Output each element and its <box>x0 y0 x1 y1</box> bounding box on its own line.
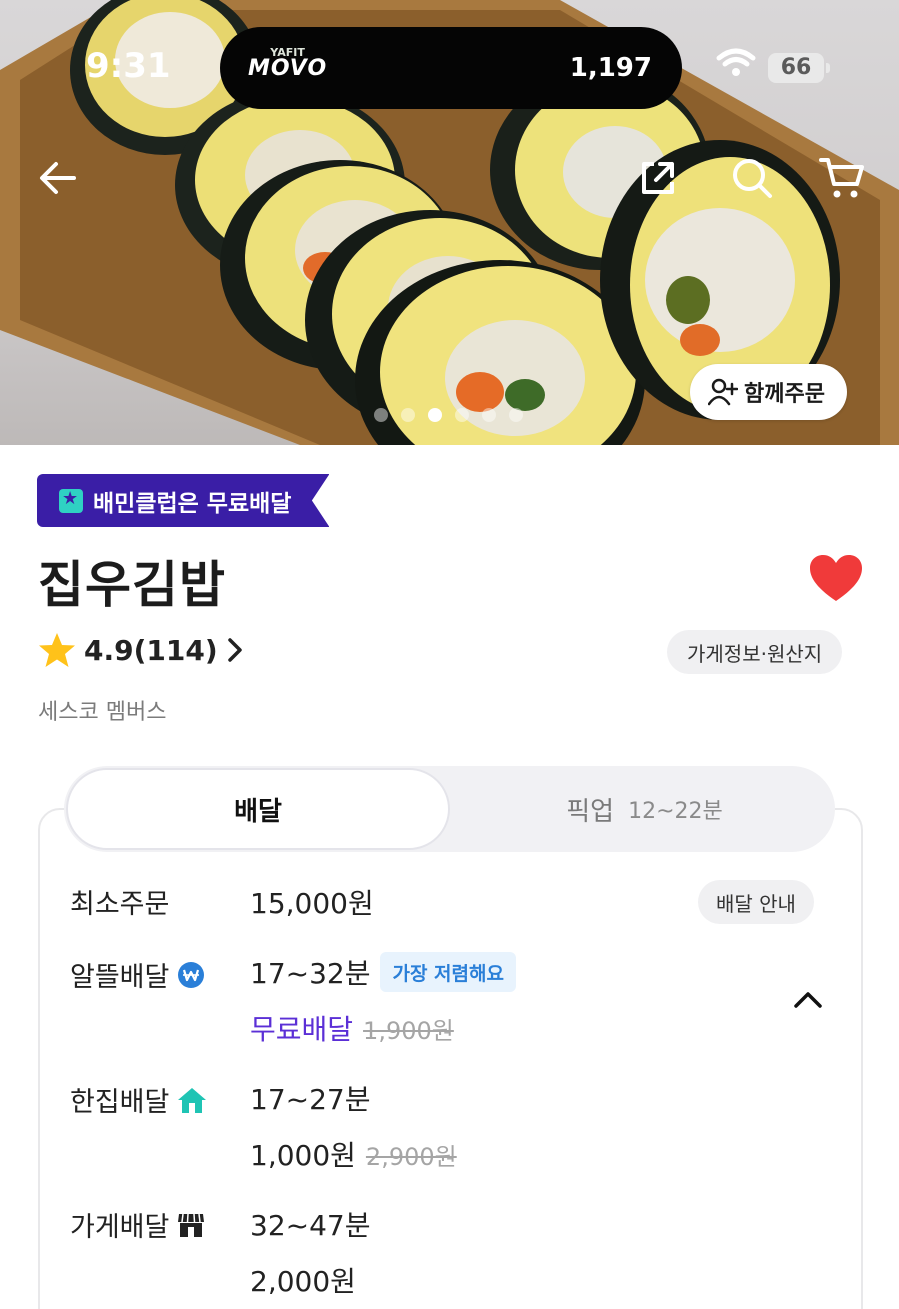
battery-indicator: 66 <box>768 53 830 83</box>
single-delivery-text: 한집배달 <box>70 1087 170 1118</box>
share-button[interactable] <box>630 150 686 206</box>
saver-delivery-label: 알뜰배달 <box>70 955 205 994</box>
carousel-dot[interactable] <box>482 408 496 422</box>
member-label: 세스코 멤버스 <box>38 700 167 725</box>
arrow-left-icon <box>40 162 76 194</box>
movo-logo: YAFIT MOVO <box>248 47 327 80</box>
carousel-dot-active[interactable] <box>428 408 442 422</box>
saver-delivery-text: 알뜰배달 <box>70 962 170 993</box>
single-original-fee: 2,900원 <box>365 1142 457 1171</box>
chevron-up-icon <box>794 992 822 1008</box>
collapse-button[interactable] <box>790 982 826 1018</box>
min-order-label: 최소주문 <box>70 889 170 920</box>
order-type-tabs: 배달 픽업 12~22분 <box>64 766 835 852</box>
carousel-dot[interactable] <box>455 408 469 422</box>
store-delivery-text: 가게배달 <box>70 1212 170 1243</box>
store-name: 집우김밥 <box>38 556 226 614</box>
house-icon <box>178 1087 207 1113</box>
store-delivery-label: 가게배달 <box>70 1205 205 1244</box>
store-info-button[interactable]: 가게정보·원산지 <box>667 630 843 674</box>
heart-icon <box>810 555 862 601</box>
single-delivery-label: 한집배달 <box>70 1080 207 1119</box>
carousel-dot[interactable] <box>401 408 415 422</box>
search-icon <box>733 159 772 198</box>
single-delivery-fee-row: 1,000원 2,900원 <box>250 1134 457 1174</box>
carousel-indicator <box>374 408 523 422</box>
tab-pickup-label: 픽업 <box>566 796 615 827</box>
cart-icon <box>819 158 864 198</box>
tab-delivery[interactable]: 배달 <box>66 768 450 850</box>
add-person-icon <box>708 378 738 406</box>
store-delivery-fee: 2,000원 <box>250 1265 356 1298</box>
rating-link[interactable]: 4.9(114) <box>38 632 244 668</box>
store-delivery-time: 32~47분 <box>250 1209 371 1242</box>
cart-button[interactable] <box>814 150 870 206</box>
dynamic-island[interactable]: YAFIT MOVO 1,197 <box>220 27 682 109</box>
single-delivery-time: 17~27분 <box>250 1083 371 1116</box>
cheapest-badge: 가장 저렴해요 <box>380 952 516 992</box>
saver-original-fee: 1,900원 <box>363 1016 454 1045</box>
status-time: 9:31 <box>86 46 171 86</box>
group-order-label: 함께주문 <box>744 382 825 407</box>
free-delivery-text: 무료배달 <box>250 1013 354 1046</box>
saver-icon <box>178 961 205 988</box>
carousel-dot[interactable] <box>509 408 523 422</box>
chevron-right-icon <box>227 638 242 662</box>
min-order-value: 15,000원 <box>250 887 374 920</box>
wifi-icon <box>716 48 756 76</box>
search-button[interactable] <box>724 150 780 206</box>
baemin-club-badge[interactable]: 배민클럽은 무료배달 <box>37 474 330 527</box>
saver-delivery-fee-row: 무료배달 1,900원 <box>250 1008 454 1048</box>
delivery-guide-button[interactable]: 배달 안내 <box>698 880 814 924</box>
rating-text: 4.9(114) <box>84 633 218 667</box>
club-badge-text: 배민클럽은 무료배달 <box>93 490 292 517</box>
saver-delivery-time: 17~32분 <box>250 957 371 990</box>
star-icon <box>39 633 75 667</box>
club-icon <box>59 488 83 513</box>
saver-delivery-time-row: 17~32분 가장 저렴해요 <box>250 952 516 992</box>
tab-pickup[interactable]: 픽업 12~22분 <box>454 766 835 852</box>
group-order-button[interactable]: 함께주문 <box>690 364 847 420</box>
share-icon <box>642 162 674 194</box>
back-button[interactable] <box>30 150 86 206</box>
hero-image-carousel[interactable]: 9:31 YAFIT MOVO 1,197 66 함께주문 <box>0 0 899 445</box>
app-name-big: MOVO <box>248 56 328 81</box>
store-icon <box>178 1213 205 1237</box>
favorite-button[interactable] <box>808 554 864 604</box>
single-delivery-fee: 1,000원 <box>250 1139 356 1172</box>
step-count: 1,197 <box>569 53 652 83</box>
carousel-dot[interactable] <box>374 408 388 422</box>
tab-pickup-time: 12~22분 <box>628 799 723 824</box>
